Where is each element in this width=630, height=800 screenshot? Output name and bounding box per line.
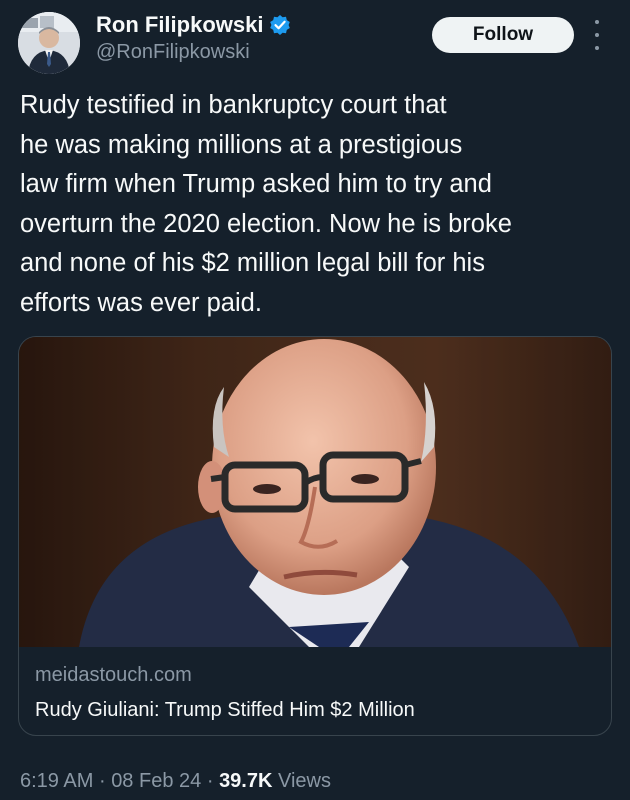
- more-options-icon[interactable]: [590, 20, 604, 50]
- views-label: Views: [278, 770, 331, 792]
- author-display-name[interactable]: Ron Filipkowski: [96, 12, 263, 38]
- meta-separator: ·: [206, 770, 214, 792]
- follow-button[interactable]: Follow: [432, 17, 574, 53]
- link-card[interactable]: meidastouch.com Rudy Giuliani: Trump Sti…: [18, 336, 612, 736]
- tweet-time[interactable]: 6:19 AM: [20, 770, 93, 792]
- author-handle[interactable]: @RonFilipkowski: [96, 41, 250, 64]
- avatar-image: [18, 12, 80, 74]
- views-count[interactable]: 39.7K: [219, 770, 272, 792]
- tweet: Ron Filipkowski @RonFilipkowski Follow R…: [0, 0, 630, 800]
- card-image: [19, 337, 611, 647]
- card-title: Rudy Giuliani: Trump Stiffed Him $2 Mill…: [35, 699, 415, 721]
- verified-badge-icon: [269, 14, 291, 36]
- tweet-text: Rudy testified in bankruptcy court that …: [20, 91, 512, 317]
- tweet-date[interactable]: 08 Feb 24: [111, 770, 201, 792]
- meta-separator: ·: [98, 770, 106, 792]
- author-avatar[interactable]: [18, 12, 80, 74]
- tweet-meta: 6:19 AM · 08 Feb 24 · 39.7K Views: [20, 770, 331, 793]
- author-name-row: Ron Filipkowski: [96, 12, 291, 38]
- card-domain: meidastouch.com: [35, 664, 192, 686]
